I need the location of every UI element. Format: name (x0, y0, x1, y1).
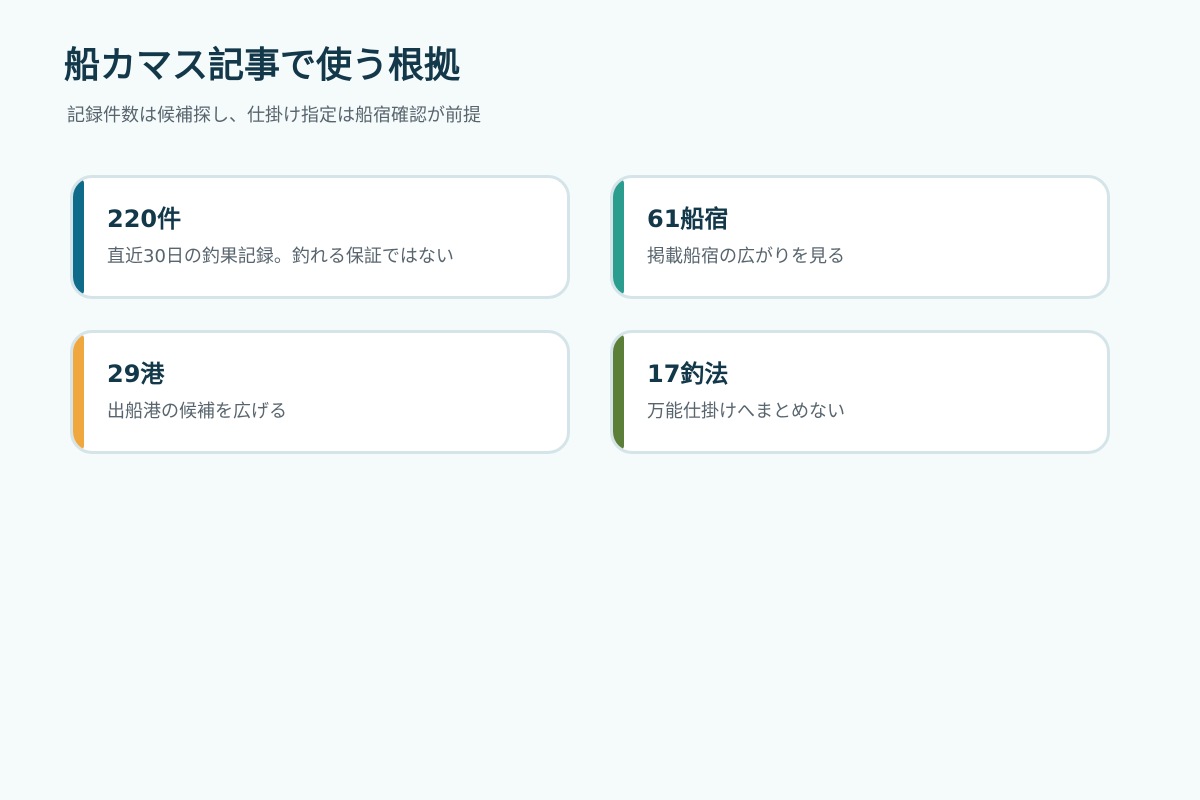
card-accent-bar (73, 333, 84, 451)
card-note: 掲載船宿の広がりを見る (647, 246, 845, 267)
card-value: 29港 (107, 360, 165, 388)
stat-card-ports: 29港 出船港の候補を広げる (70, 330, 570, 454)
stat-card-methods: 17釣法 万能仕掛けへまとめない (610, 330, 1110, 454)
page-subtitle: 記録件数は候補探し、仕掛け指定は船宿確認が前提 (67, 105, 481, 126)
card-note: 万能仕掛けへまとめない (647, 401, 845, 422)
card-value: 61船宿 (647, 205, 729, 233)
page: 船カマス記事で使う根拠 記録件数は候補探し、仕掛け指定は船宿確認が前提 220件… (0, 0, 1200, 800)
card-accent-bar (613, 333, 624, 451)
card-accent-bar (73, 178, 84, 296)
card-note: 出船港の候補を広げる (107, 401, 287, 422)
card-accent-bar (613, 178, 624, 296)
card-value: 17釣法 (647, 360, 729, 388)
card-note: 直近30日の釣果記録。釣れる保証ではない (107, 246, 454, 267)
card-value: 220件 (107, 205, 182, 233)
stat-card-boat-inns: 61船宿 掲載船宿の広がりを見る (610, 175, 1110, 299)
stat-card-records: 220件 直近30日の釣果記録。釣れる保証ではない (70, 175, 570, 299)
page-title: 船カマス記事で使う根拠 (64, 45, 461, 86)
